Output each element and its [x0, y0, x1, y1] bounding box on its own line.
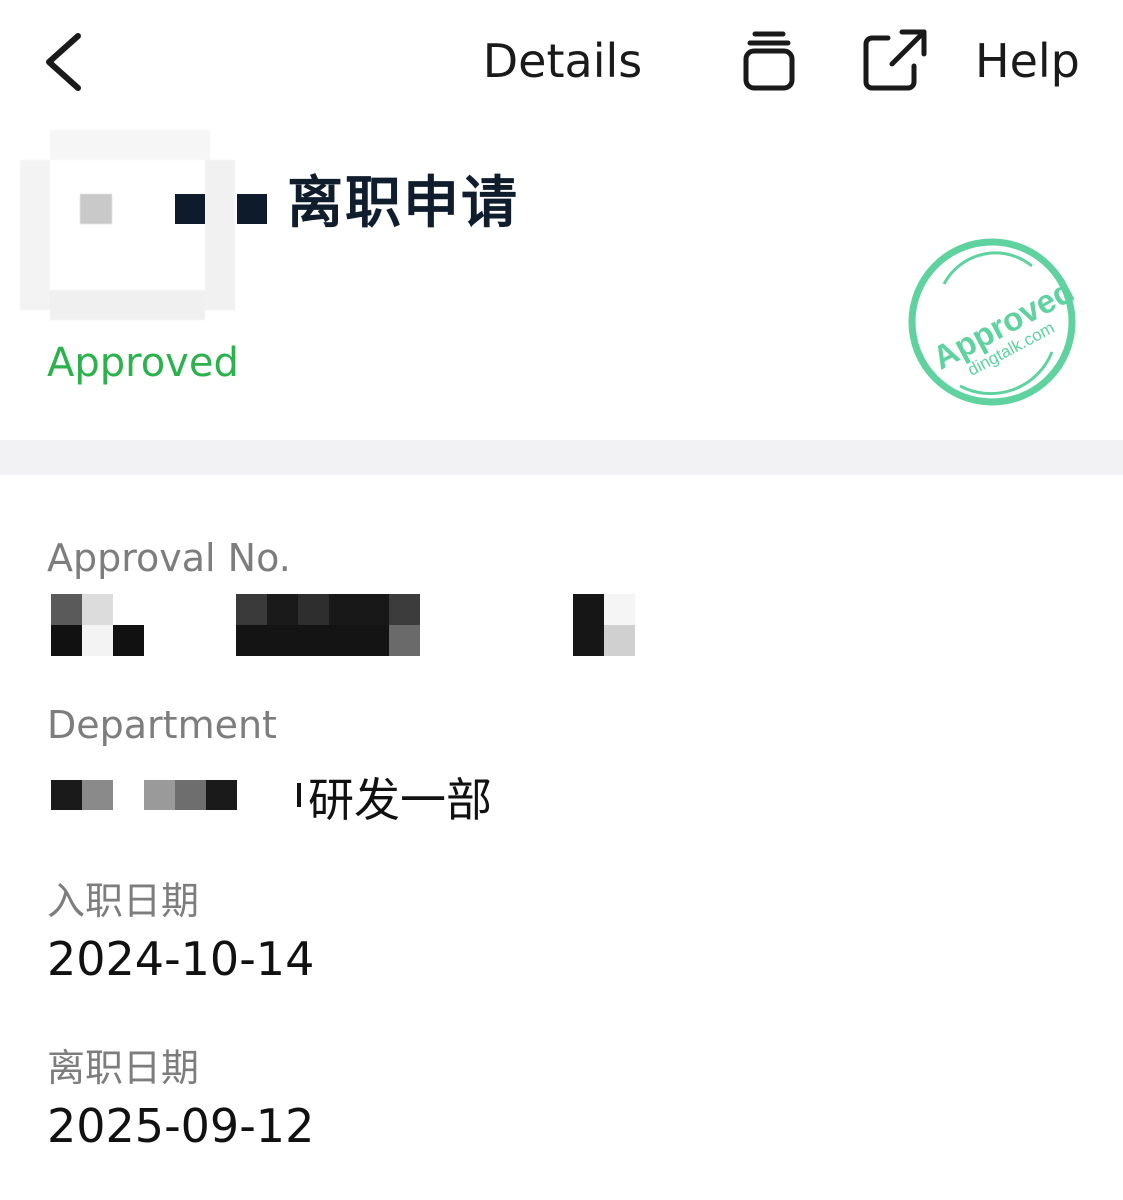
approval-details-page: Details Help 离职申请 Approved Approved ding… — [0, 0, 1123, 1200]
stack-button[interactable] — [738, 28, 800, 94]
avatar-redacted-image — [20, 130, 240, 320]
avatar — [20, 130, 240, 320]
external-link-icon — [863, 29, 927, 91]
approval-number-label: Approval No. — [47, 536, 291, 580]
redacted-name-block — [175, 194, 205, 224]
page-title-text: Details — [482, 34, 643, 88]
approved-stamp: Approved dingtalk.com — [904, 236, 1080, 408]
hire-date-value: 2024-10-14 — [47, 932, 315, 986]
form-title: 离职申请 — [287, 171, 519, 236]
share-button[interactable] — [858, 26, 930, 94]
approval-number-value-redacted — [51, 594, 641, 656]
leave-date-value: 2025-09-12 — [47, 1099, 315, 1153]
section-divider — [0, 440, 1123, 475]
hire-date-label: 入职日期 — [47, 879, 200, 923]
redacted-name-block — [237, 194, 267, 224]
department-label: Department — [47, 703, 277, 747]
status-text: Approved — [47, 340, 239, 386]
help-button[interactable]: Help — [975, 34, 1080, 88]
department-value-redacted — [51, 780, 301, 810]
leave-date-label: 离职日期 — [47, 1046, 200, 1090]
department-value: 研发一部 — [308, 773, 492, 827]
page-title: Details — [0, 34, 1123, 88]
stack-icon — [743, 31, 795, 91]
